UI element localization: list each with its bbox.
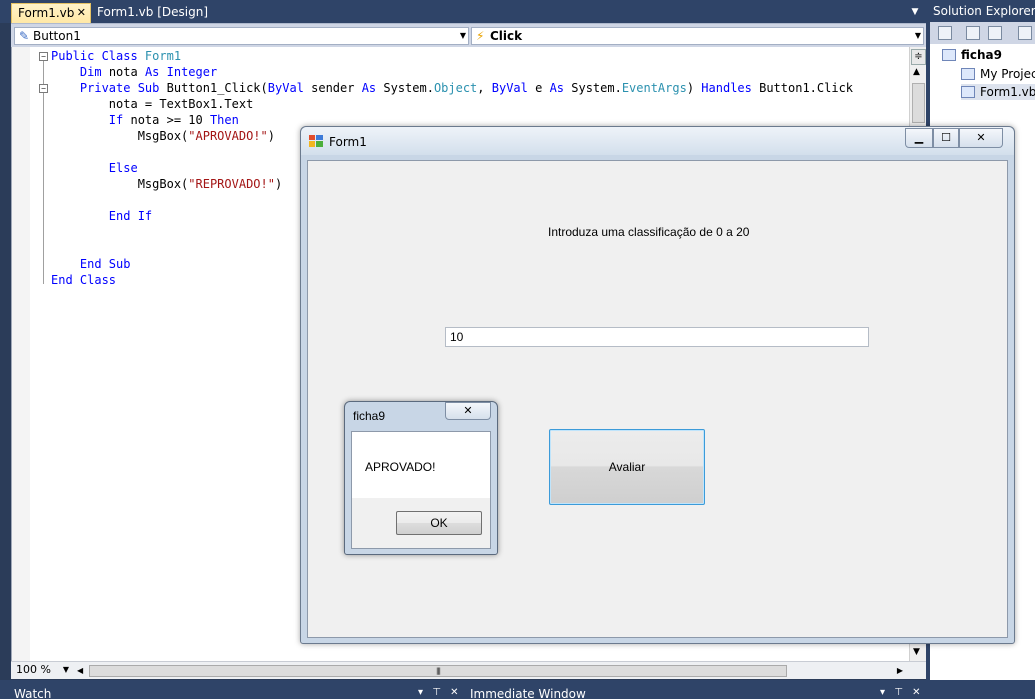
close-icon[interactable]: ✕: [77, 4, 86, 22]
chevron-down-icon[interactable]: ▼: [63, 663, 69, 677]
tree-item-label: My Project: [980, 67, 1035, 81]
tab-form1-design[interactable]: Form1.vb [Design]: [91, 3, 208, 23]
minimize-button[interactable]: ▁: [905, 128, 933, 148]
grade-input[interactable]: 10: [445, 327, 869, 347]
code-line[interactable]: Public Class Form1: [51, 48, 853, 64]
pin-icon[interactable]: ▾ ⊤ ✕: [880, 687, 923, 698]
event-combo[interactable]: ⚡ Click ▼: [471, 27, 924, 45]
scroll-up-icon[interactable]: ▲: [913, 67, 920, 77]
bottom-panels: Watch ▾ ⊤ ✕ Immediate Window ▾ ⊤ ✕: [0, 680, 1035, 699]
scroll-thumb[interactable]: [912, 83, 925, 123]
show-all-files-icon[interactable]: [966, 26, 980, 40]
scroll-right-icon[interactable]: ▶: [897, 664, 903, 678]
object-combo-value: Button1: [33, 29, 81, 43]
form1-client-area: Introduza uma classificação de 0 a 20 10…: [307, 160, 1008, 638]
vb-project-icon: [942, 49, 956, 61]
tab-label: Form1.vb: [18, 6, 75, 20]
event-combo-value: Click: [490, 29, 523, 43]
zoom-combo[interactable]: 100 % ▼: [13, 663, 71, 678]
form1-title: Form1: [329, 135, 367, 149]
solution-explorer-title: Solution Explorer: [930, 0, 1035, 22]
tree-item-form1[interactable]: Form1.vb: [961, 84, 1035, 100]
view-code-icon[interactable]: [1018, 26, 1032, 40]
object-combo[interactable]: ✎ Button1 ▼: [14, 27, 469, 45]
close-button[interactable]: ✕: [959, 128, 1003, 148]
refresh-icon[interactable]: [988, 26, 1002, 40]
project-label: ficha9: [961, 48, 1002, 62]
form-app-icon: [309, 135, 323, 147]
collapse-icon[interactable]: −: [39, 52, 48, 61]
tree-item-my-project[interactable]: My Project: [961, 66, 1035, 82]
collapse-icon[interactable]: −: [39, 84, 48, 93]
instruction-label: Introduza uma classificação de 0 a 20: [548, 225, 750, 239]
ok-button[interactable]: OK: [396, 511, 482, 535]
message-box: ficha9 ✕ APROVADO! OK: [344, 401, 498, 555]
horizontal-scrollbar[interactable]: ◀ ||| ▶: [75, 664, 905, 678]
solution-explorer-toolbar: [930, 22, 1035, 44]
avaliar-button[interactable]: Avaliar: [549, 429, 705, 505]
scroll-thumb[interactable]: |||: [89, 665, 787, 677]
chevron-down-icon[interactable]: ▼: [908, 4, 922, 20]
tab-form1-vb[interactable]: Form1.vb ✕: [11, 3, 91, 23]
code-line[interactable]: Private Sub Button1_Click(ByVal sender A…: [51, 80, 853, 96]
indicator-margin: [12, 47, 30, 661]
message-area: APROVADO!: [352, 432, 490, 498]
tab-label: Form1.vb [Design]: [97, 5, 209, 19]
tree-item-project[interactable]: ficha9: [942, 47, 1002, 63]
message-box-title: ficha9: [353, 409, 386, 423]
control-icon: ✎: [19, 29, 30, 43]
pin-icon[interactable]: ▾ ⊤ ✕: [418, 687, 461, 698]
properties-icon[interactable]: [938, 26, 952, 40]
form1-titlebar[interactable]: Form1 ▁ ☐ ✕: [301, 127, 1014, 155]
code-line[interactable]: nota = TextBox1.Text: [51, 96, 853, 112]
code-line[interactable]: Dim nota As Integer: [51, 64, 853, 80]
document-tab-strip: Form1.vb ✕ Form1.vb [Design] ▼: [0, 0, 926, 23]
my-project-icon: [961, 68, 975, 80]
watch-panel-title[interactable]: Watch: [14, 687, 51, 699]
scroll-left-icon[interactable]: ◀: [77, 664, 83, 678]
message-text: APROVADO!: [365, 460, 436, 474]
scroll-down-icon[interactable]: ▼: [913, 647, 920, 657]
message-box-body: APROVADO! OK: [351, 431, 491, 549]
form1-window: Form1 ▁ ☐ ✕ Introduza uma classificação …: [300, 126, 1015, 644]
maximize-button[interactable]: ☐: [933, 128, 959, 148]
code-navigation-bar: ✎ Button1 ▼ ⚡ Click ▼: [11, 23, 926, 47]
chevron-down-icon[interactable]: ▼: [460, 28, 466, 44]
chevron-down-icon[interactable]: ▼: [915, 28, 921, 44]
form-icon: [961, 86, 975, 98]
immediate-panel-title[interactable]: Immediate Window: [470, 687, 586, 699]
editor-bottom-bar: 100 % ▼ ◀ ||| ▶: [11, 661, 926, 679]
zoom-value: 100 %: [16, 663, 51, 676]
tree-item-label: Form1.vb: [980, 85, 1035, 99]
close-button[interactable]: ✕: [445, 402, 491, 420]
split-icon[interactable]: ≑: [911, 49, 926, 65]
lightning-icon: ⚡: [476, 29, 485, 43]
